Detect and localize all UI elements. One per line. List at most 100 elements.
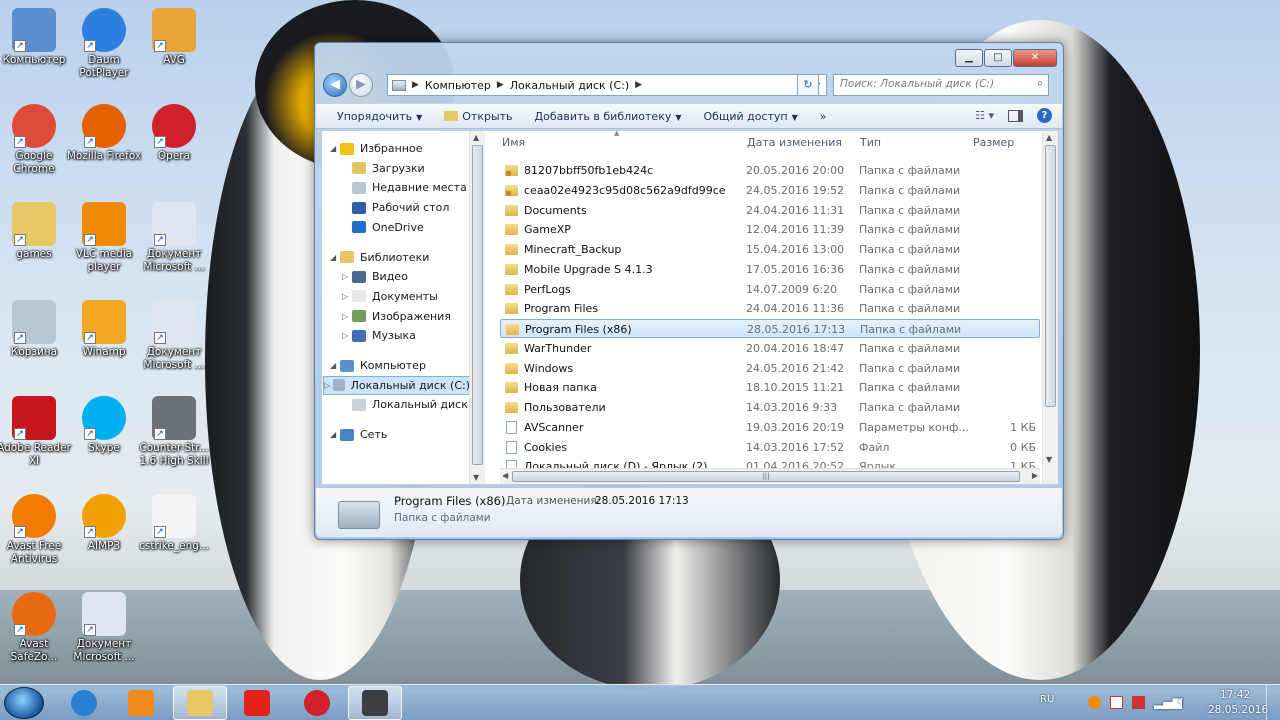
file-row[interactable]: Mobile Upgrade S 4.1.3 17.05.2016 16:36 Па… [500,260,1040,279]
help-icon[interactable]: ? [1037,108,1052,123]
nav-item[interactable]: ▷ Локальный диск (C:) [323,375,471,395]
desktop-icon[interactable]: ↗ Корзина [0,300,72,359]
file-row[interactable]: Пользователи 14.03.2016 9:33 Папка с файла… [500,398,1040,417]
search-input[interactable]: Поиск: Локальный диск (C:) ⌕ [833,74,1049,96]
desktop-icon[interactable]: ↗ Avast Free Antivirus [0,494,72,566]
nav-item[interactable]: Локальный диск (D:) [342,395,477,414]
nav-item[interactable]: ◢ Сеть [330,425,387,444]
file-list-scrollbar[interactable]: ▲ ▼ [1042,131,1058,484]
nav-item[interactable]: ◢ Библиотеки [330,248,429,267]
nav-item[interactable]: ▷ Изображения [342,307,451,326]
file-row[interactable]: PerfLogs 14.07.2009 6:20 Папка с файлами [500,280,1040,299]
expand-arrow-icon[interactable]: ◢ [330,356,340,375]
file-row[interactable]: Windows 24.05.2016 21:42 Папка с файлами [500,359,1040,378]
file-row[interactable]: ceaa02e4923c95d08c562a9dfd99ce 24.05.2016… [500,181,1040,200]
navigation-scrollbar[interactable]: ▲ ▼ [469,131,485,484]
scroll-down-arrow-icon[interactable]: ▼ [1046,455,1052,464]
taskbar-button[interactable] [114,686,168,720]
desktop-icon[interactable]: ↗ Winamp [66,300,142,359]
address-bar[interactable]: ▶ Компьютер ▶ Локальный диск (C:) ▶ ▼ [387,74,827,96]
nav-item[interactable]: ◢ Компьютер [330,356,426,375]
clock-date[interactable]: 28.05.2016 [1208,704,1268,716]
column-header-date[interactable]: Дата изменения [747,136,842,149]
scroll-up-arrow-icon[interactable]: ▲ [473,133,479,142]
explorer-window[interactable]: ▁ □ ✕ ◀ ▶ ▶ Компьютер ▶ Локальный диск (… [314,42,1064,540]
column-header-size[interactable]: Размер [973,136,1014,149]
taskbar-button[interactable] [290,686,344,720]
expand-arrow-icon[interactable]: ▷ [324,376,333,395]
file-row[interactable]: WarThunder 20.04.2016 18:47 Папка с файлам… [500,339,1040,358]
share-button[interactable]: Общий доступ ▼ [693,110,809,123]
expand-arrow-icon[interactable]: ▷ [342,267,352,286]
breadcrumb-drive-c[interactable]: Локальный диск (C:) [504,79,635,92]
desktop-icon[interactable]: ↗ VLC media player [66,202,142,274]
desktop-icon[interactable]: ↗ Counter-Str... 1.6 High Skill [136,396,212,468]
scroll-up-arrow-icon[interactable]: ▲ [1046,133,1052,142]
desktop-icon[interactable]: ↗ Компьютер [0,8,72,67]
expand-arrow-icon[interactable]: ◢ [330,425,340,444]
show-desktop-button[interactable] [1266,685,1280,720]
expand-arrow-icon[interactable]: ◢ [330,139,340,158]
desktop-icon[interactable]: ↗ Avast SafeZo... [0,592,72,664]
nav-item[interactable]: ▷ Музыка [342,326,416,345]
taskbar-button[interactable] [173,686,227,720]
column-header-name[interactable]: Имя [502,136,525,149]
scrollbar-thumb[interactable] [1045,145,1056,407]
expand-arrow-icon[interactable]: ▷ [342,307,352,326]
desktop-icon[interactable]: ↗ AIMP3 [66,494,142,553]
desktop-icon[interactable]: ↗ Daum PotPlayer [66,8,142,80]
desktop-icon[interactable]: ↗ Skype [66,396,142,455]
search-icon[interactable]: ⌕ [1037,77,1043,90]
desktop-icon[interactable]: ↗ games [0,202,72,261]
nav-item[interactable]: ◢ Избранное [330,139,422,158]
organize-button[interactable]: Упорядочить ▼ [326,110,433,123]
file-row[interactable]: Cookies 14.03.2016 17:52 Файл 0 КБ [500,438,1040,457]
desktop-icon[interactable]: ↗ cstrike_eng... [136,494,212,553]
expand-arrow-icon[interactable]: ▷ [342,287,352,306]
nav-item[interactable]: Недавние места [342,178,467,197]
forward-button[interactable]: ▶ [349,73,373,97]
nav-item[interactable]: ▷ Видео [342,267,408,286]
more-commands-button[interactable]: » [809,110,838,123]
desktop-icon[interactable]: ↗ Документ Microsoft ... [136,300,212,372]
nav-item[interactable]: OneDrive [342,218,424,237]
nav-item[interactable]: Рабочий стол [342,198,449,217]
file-row[interactable]: Новая папка 18.10.2015 11:21 Папка с файла… [500,378,1040,397]
file-row[interactable]: AVScanner 19.03.2016 20:19 Параметры конф.… [500,418,1040,437]
avast-tray-icon[interactable] [1088,696,1101,709]
refresh-button[interactable]: ↻ [797,74,819,96]
security-icon[interactable] [1132,696,1145,709]
view-options-icon[interactable]: ☷ ▾ [975,109,994,122]
desktop-icon[interactable]: ↗ Mozilla Firefox [66,104,142,163]
file-row[interactable]: 81207bbff50fb1eb424c 20.05.2016 20:00 Папк… [500,161,1040,180]
add-to-library-button[interactable]: Добавить в библиотеку ▼ [524,110,693,123]
desktop-icon[interactable]: ↗ AVG [136,8,212,67]
file-row[interactable]: Program Files 24.04.2016 11:36 Папка с фай… [500,299,1040,318]
taskbar-button[interactable] [57,686,111,720]
close-button[interactable]: ✕ [1013,49,1057,67]
minimize-button[interactable]: ▁ [955,49,983,67]
file-row[interactable]: GameXP 12.04.2016 11:39 Папка с файлами [500,220,1040,239]
scroll-left-arrow-icon[interactable]: ◀ [502,471,508,480]
desktop-icon[interactable]: ↗ Google Chrome [0,104,72,176]
column-header-type[interactable]: Тип [860,136,881,149]
file-row[interactable]: Program Files (x86) 28.05.2016 17:13 Папка… [500,319,1040,338]
flag-icon[interactable] [1110,696,1123,709]
desktop-icon[interactable]: ↗ Opera [136,104,212,163]
desktop-icon[interactable]: ↗ Документ Microsoft ... [66,592,142,664]
desktop-icon[interactable]: ↗ Документ Microsoft ... [136,202,212,274]
clock-time[interactable]: 17:42 [1220,689,1250,701]
scroll-right-arrow-icon[interactable]: ▶ [1032,471,1038,480]
open-button[interactable]: Открыть [433,110,523,123]
breadcrumb-computer[interactable]: Компьютер [419,79,497,92]
nav-item[interactable]: Загрузки [342,159,425,178]
back-button[interactable]: ◀ [323,73,347,97]
language-indicator[interactable]: RU [1040,694,1054,705]
maximize-button[interactable]: □ [984,49,1012,67]
scrollbar-thumb[interactable]: ||| [512,471,1020,482]
horizontal-scrollbar[interactable]: ◀ ||| ▶ [500,468,1040,484]
expand-arrow-icon[interactable]: ◢ [330,248,340,267]
file-row[interactable]: Minecraft_Backup 15.04.2016 13:00 Папка с … [500,240,1040,259]
scrollbar-thumb[interactable] [472,145,483,465]
file-row[interactable]: Documents 24.04.2016 11:31 Папка с файлами [500,201,1040,220]
